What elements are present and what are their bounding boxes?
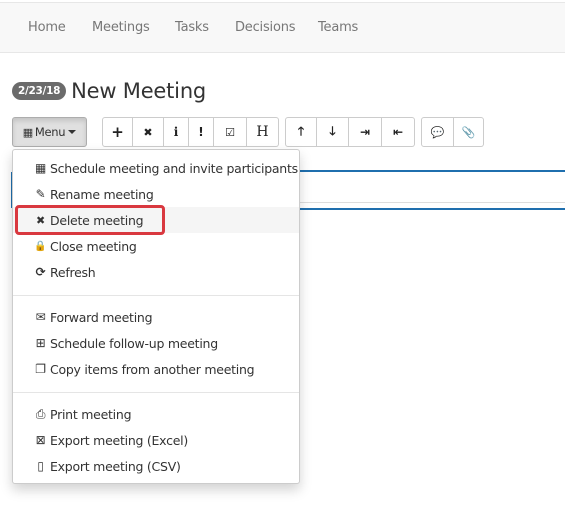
extras-toolbar: 💬 📎 bbox=[421, 117, 484, 147]
refresh-icon: ⟳ bbox=[35, 265, 46, 279]
nav-teams[interactable]: Teams bbox=[318, 20, 358, 35]
nav-home[interactable]: Home bbox=[28, 20, 66, 35]
close-icon: ✖ bbox=[143, 125, 153, 139]
menu-item-label: Copy items from another meeting bbox=[50, 361, 255, 377]
caret-down-icon bbox=[68, 130, 77, 134]
menu-button[interactable]: ▦ Menu bbox=[12, 117, 87, 147]
menu-item-rename-meeting[interactable]: ✎ Rename meeting bbox=[13, 181, 299, 207]
content-divider bbox=[300, 202, 565, 203]
menu-item-delete-meeting[interactable]: ✖ Delete meeting bbox=[13, 207, 299, 233]
paperclip-icon: 📎 bbox=[461, 125, 476, 139]
menu-item-print-meeting[interactable]: ⎙ Print meeting bbox=[13, 401, 299, 427]
comment-icon: 💬 bbox=[430, 125, 445, 139]
plus-icon: + bbox=[111, 123, 124, 141]
indent-icon: ⇥ bbox=[359, 125, 371, 139]
menu-item-refresh[interactable]: ⟳ Refresh bbox=[13, 259, 299, 285]
comment-button[interactable]: 💬 bbox=[421, 117, 454, 147]
important-item-button[interactable]: ! bbox=[189, 117, 214, 147]
menu-item-copy-items[interactable]: ❐ Copy items from another meeting bbox=[13, 356, 299, 382]
nav-tasks[interactable]: Tasks bbox=[175, 20, 209, 35]
menu-item-label: Refresh bbox=[50, 264, 96, 280]
menu-item-label: Schedule meeting and invite participants bbox=[50, 160, 298, 176]
delete-item-button[interactable]: ✖ bbox=[133, 117, 164, 147]
menu-item-label: Close meeting bbox=[50, 238, 137, 254]
menu-button-label: Menu bbox=[34, 125, 66, 139]
menu-item-label: Forward meeting bbox=[50, 309, 153, 325]
checkbox-icon: ☑ bbox=[225, 125, 235, 139]
menu-item-label: Export meeting (CSV) bbox=[50, 458, 181, 474]
heading-item-button[interactable]: H bbox=[247, 117, 279, 147]
menu-item-export-csv[interactable]: ▯ Export meeting (CSV) bbox=[13, 453, 299, 479]
menu-item-export-excel[interactable]: ⊠ Export meeting (Excel) bbox=[13, 427, 299, 453]
arrow-down-icon: 🡓 bbox=[329, 123, 336, 138]
exclamation-icon: ! bbox=[198, 125, 204, 139]
content-bottom-border bbox=[300, 208, 565, 210]
excel-file-icon: ⊠ bbox=[35, 433, 46, 447]
date-badge: 2/23/18 bbox=[12, 82, 67, 100]
edit-icon: ✎ bbox=[35, 187, 46, 201]
attach-button[interactable]: 📎 bbox=[454, 117, 484, 147]
menu-item-label: Rename meeting bbox=[50, 186, 154, 202]
close-icon: ✖ bbox=[36, 213, 45, 227]
menu-item-schedule-meeting[interactable]: ▦ Schedule meeting and invite participan… bbox=[13, 155, 299, 181]
task-item-button[interactable]: ☑ bbox=[214, 117, 247, 147]
menu-item-label: Export meeting (Excel) bbox=[50, 432, 189, 448]
page-header: 2/23/18 New Meeting bbox=[12, 78, 206, 104]
info-item-button[interactable]: i bbox=[164, 117, 189, 147]
heading-icon: H bbox=[256, 124, 269, 140]
menu-divider bbox=[13, 295, 299, 296]
menu-item-label: Schedule follow-up meeting bbox=[50, 335, 218, 351]
info-icon: i bbox=[173, 125, 179, 139]
menu-item-forward-meeting[interactable]: ✉ Forward meeting bbox=[13, 304, 299, 330]
outdent-button[interactable]: ⇤ bbox=[382, 117, 415, 147]
calendar-icon: ▦ bbox=[22, 125, 33, 139]
move-up-button[interactable]: 🡑 bbox=[285, 117, 317, 147]
lock-icon: 🔒 bbox=[34, 240, 47, 252]
indent-button[interactable]: ⇥ bbox=[349, 117, 382, 147]
nav-decisions[interactable]: Decisions bbox=[235, 20, 296, 35]
print-icon: ⎙ bbox=[35, 406, 46, 421]
envelope-icon: ✉ bbox=[35, 310, 46, 324]
calendar-icon: ▦ bbox=[34, 161, 47, 175]
arrow-up-icon: 🡑 bbox=[297, 123, 305, 138]
content-top-border bbox=[300, 170, 565, 172]
menu-divider bbox=[13, 392, 299, 393]
file-icon: ▯ bbox=[37, 459, 44, 473]
copy-icon: ❐ bbox=[35, 362, 46, 376]
add-item-button[interactable]: + bbox=[102, 117, 133, 147]
menu-item-label: Delete meeting bbox=[50, 212, 144, 228]
menu-dropdown: ▦ Schedule meeting and invite participan… bbox=[12, 149, 300, 484]
menu-item-close-meeting[interactable]: 🔒 Close meeting bbox=[13, 233, 299, 259]
nav-meetings[interactable]: Meetings bbox=[92, 20, 150, 35]
outdent-icon: ⇤ bbox=[392, 125, 404, 139]
move-down-button[interactable]: 🡓 bbox=[317, 117, 349, 147]
order-toolbar: 🡑 🡓 ⇥ ⇤ bbox=[285, 117, 415, 147]
menu-item-schedule-follow-up[interactable]: ⊞ Schedule follow-up meeting bbox=[13, 330, 299, 356]
menu-item-label: Print meeting bbox=[50, 406, 132, 422]
calendar-plus-icon: ⊞ bbox=[35, 336, 46, 350]
item-type-toolbar: + ✖ i ! ☑ H bbox=[102, 117, 279, 147]
top-navbar: Home Meetings Tasks Decisions Teams bbox=[0, 2, 565, 53]
page-title: New Meeting bbox=[71, 79, 207, 103]
